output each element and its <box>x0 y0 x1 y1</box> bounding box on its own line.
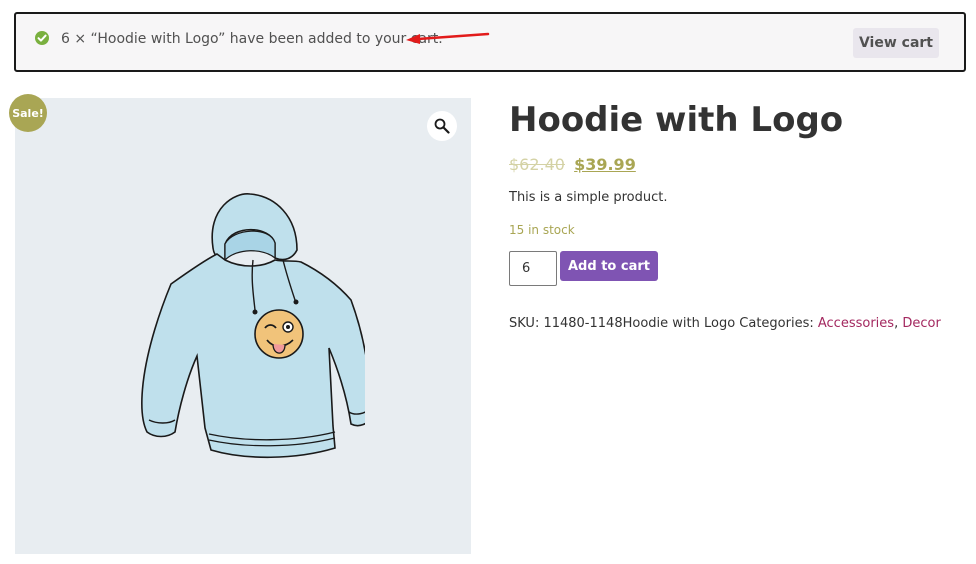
view-cart-button[interactable]: View cart <box>853 28 939 58</box>
sku-and-categories-label: SKU: 11480-1148Hoodie with Logo Categori… <box>509 316 818 331</box>
sale-price: $39.99 <box>574 155 636 174</box>
quantity-input[interactable] <box>509 251 557 286</box>
cart-notice: 6 × “Hoodie with Logo” have been added t… <box>14 12 966 72</box>
category-link-accessories[interactable]: Accessories <box>818 316 894 331</box>
check-circle-icon <box>35 31 49 45</box>
product-price: $62.40 $39.99 <box>509 155 636 174</box>
category-link-decor[interactable]: Decor <box>902 316 940 331</box>
product-meta: SKU: 11480-1148Hoodie with Logo Categori… <box>509 316 941 331</box>
product-title: Hoodie with Logo <box>509 100 844 140</box>
hoodie-image <box>141 193 365 459</box>
zoom-icon[interactable] <box>427 111 457 141</box>
annotation-arrow-icon <box>406 32 490 44</box>
add-to-cart-button[interactable]: Add to cart <box>560 251 658 281</box>
stock-status: 15 in stock <box>509 223 575 237</box>
sale-badge: Sale! <box>9 94 47 132</box>
product-gallery-image[interactable] <box>15 98 471 554</box>
notice-message: 6 × “Hoodie with Logo” have been added t… <box>61 31 443 47</box>
regular-price: $62.40 <box>509 155 565 174</box>
short-description: This is a simple product. <box>509 190 668 205</box>
